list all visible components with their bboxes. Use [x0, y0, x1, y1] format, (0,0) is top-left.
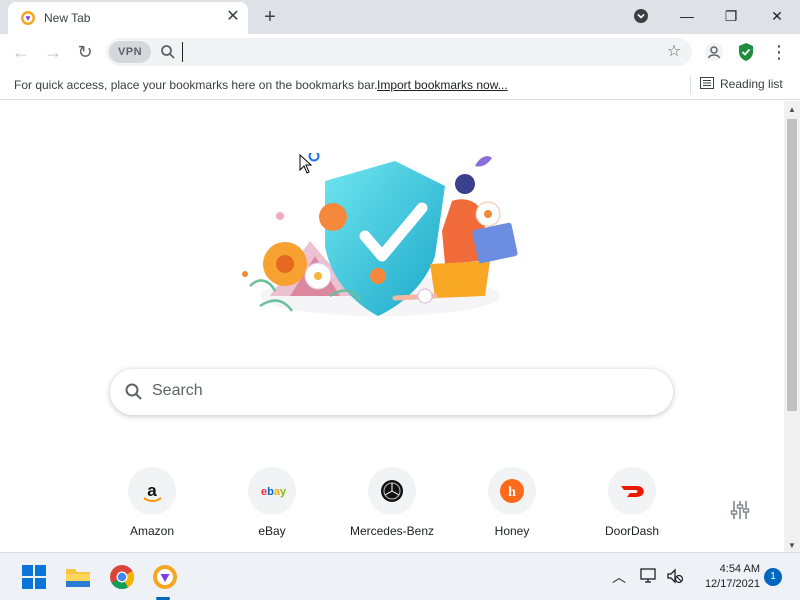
vertical-scrollbar[interactable]: ▲ ▼	[784, 101, 800, 552]
scroll-up-icon[interactable]: ▲	[788, 105, 796, 114]
windows-start-icon[interactable]	[20, 563, 48, 591]
mouse-cursor-icon	[299, 153, 320, 174]
clock-date: 12/17/2021	[704, 578, 760, 590]
svg-text:a: a	[147, 481, 157, 500]
shortcut-tile-ebay[interactable]: ebay eBay	[217, 467, 327, 547]
back-button[interactable]: ←	[8, 39, 34, 65]
chrome-icon[interactable]	[108, 563, 136, 591]
reload-button[interactable]: ↻	[72, 39, 98, 65]
new-tab-page: Search a Amazon ebay eBay Mercedes-Benz …	[0, 101, 784, 552]
honey-icon: h	[488, 467, 536, 515]
browser-taskbar-icon[interactable]	[151, 563, 179, 591]
tab-strip: New Tab ✕ + — ❐ ✕	[0, 0, 800, 34]
clock-time: 4:54 AM	[719, 563, 760, 575]
volume-muted-icon[interactable]	[666, 568, 684, 584]
tab-search-button[interactable]	[626, 2, 656, 30]
bookmarks-divider	[690, 76, 691, 94]
file-explorer-icon[interactable]	[64, 563, 92, 591]
svg-text:h: h	[508, 485, 516, 500]
system-clock[interactable]: 4:54 AM 12/17/2021	[690, 562, 760, 592]
ntp-search-icon	[125, 383, 142, 400]
shortcut-label: Honey	[494, 524, 530, 538]
shortcut-tile-doordash[interactable]: DoorDash	[577, 467, 687, 547]
ebay-icon: ebay	[248, 467, 296, 515]
shortcut-label: DoorDash	[604, 524, 660, 538]
reading-list-icon	[700, 77, 714, 89]
network-icon[interactable]	[640, 568, 658, 584]
shield-extension-icon[interactable]	[737, 42, 755, 62]
minimize-button[interactable]: —	[672, 2, 702, 30]
tab-title: New Tab	[44, 11, 91, 25]
address-bar[interactable]: VPN ☆	[106, 38, 692, 66]
scrollbar-thumb[interactable]	[787, 119, 797, 411]
import-bookmarks-link[interactable]: Import bookmarks now...	[377, 78, 508, 92]
search-icon	[161, 45, 175, 59]
doordash-icon	[608, 467, 656, 515]
reading-list-label: Reading list	[720, 77, 783, 91]
mercedes-benz-icon	[368, 467, 416, 515]
tray-chevron-up-icon[interactable]: ︿	[612, 567, 626, 587]
svg-text:ebay: ebay	[261, 486, 287, 498]
ntp-search-box[interactable]: Search	[110, 369, 673, 415]
taskbar: ︿ 4:54 AM 12/17/2021 1	[0, 552, 800, 600]
forward-button[interactable]: →	[40, 39, 66, 65]
shortcut-label: Amazon	[129, 524, 175, 538]
vpn-button[interactable]: VPN	[109, 41, 151, 63]
browser-logo-icon	[21, 11, 35, 25]
close-window-button[interactable]: ✕	[762, 2, 792, 30]
notification-badge[interactable]: 1	[764, 568, 782, 586]
bookmark-star-icon[interactable]: ☆	[664, 42, 684, 62]
shortcut-tile-mercedes-benz[interactable]: Mercedes-Benz	[337, 467, 447, 547]
amazon-icon: a	[128, 467, 176, 515]
profile-icon[interactable]	[704, 42, 724, 62]
shortcut-tile-honey[interactable]: h Honey	[457, 467, 567, 547]
shortcut-tile-amazon[interactable]: a Amazon	[97, 467, 207, 547]
bookmarks-bar: For quick access, place your bookmarks h…	[0, 70, 800, 100]
menu-icon[interactable]: ⋮	[766, 39, 792, 65]
shortcut-label: Mercedes-Benz	[349, 524, 435, 538]
hero-illustration	[242, 156, 518, 316]
tab-search-icon	[634, 9, 648, 23]
restore-button[interactable]: ❐	[716, 2, 746, 30]
new-tab-button[interactable]: +	[258, 5, 282, 29]
ntp-search-placeholder: Search	[152, 382, 203, 399]
address-input[interactable]	[182, 42, 652, 62]
bookmarks-hint: For quick access, place your bookmarks h…	[14, 78, 378, 92]
reading-list-button[interactable]: Reading list	[700, 77, 783, 91]
tab-new-tab[interactable]: New Tab ✕	[8, 2, 248, 34]
customize-icon[interactable]	[726, 496, 754, 524]
tab-close-icon[interactable]: ✕	[224, 8, 242, 26]
shortcut-label: eBay	[258, 524, 286, 538]
scroll-down-icon[interactable]: ▼	[788, 541, 796, 550]
toolbar: ← → ↻ VPN ☆ ⋮	[0, 34, 800, 70]
